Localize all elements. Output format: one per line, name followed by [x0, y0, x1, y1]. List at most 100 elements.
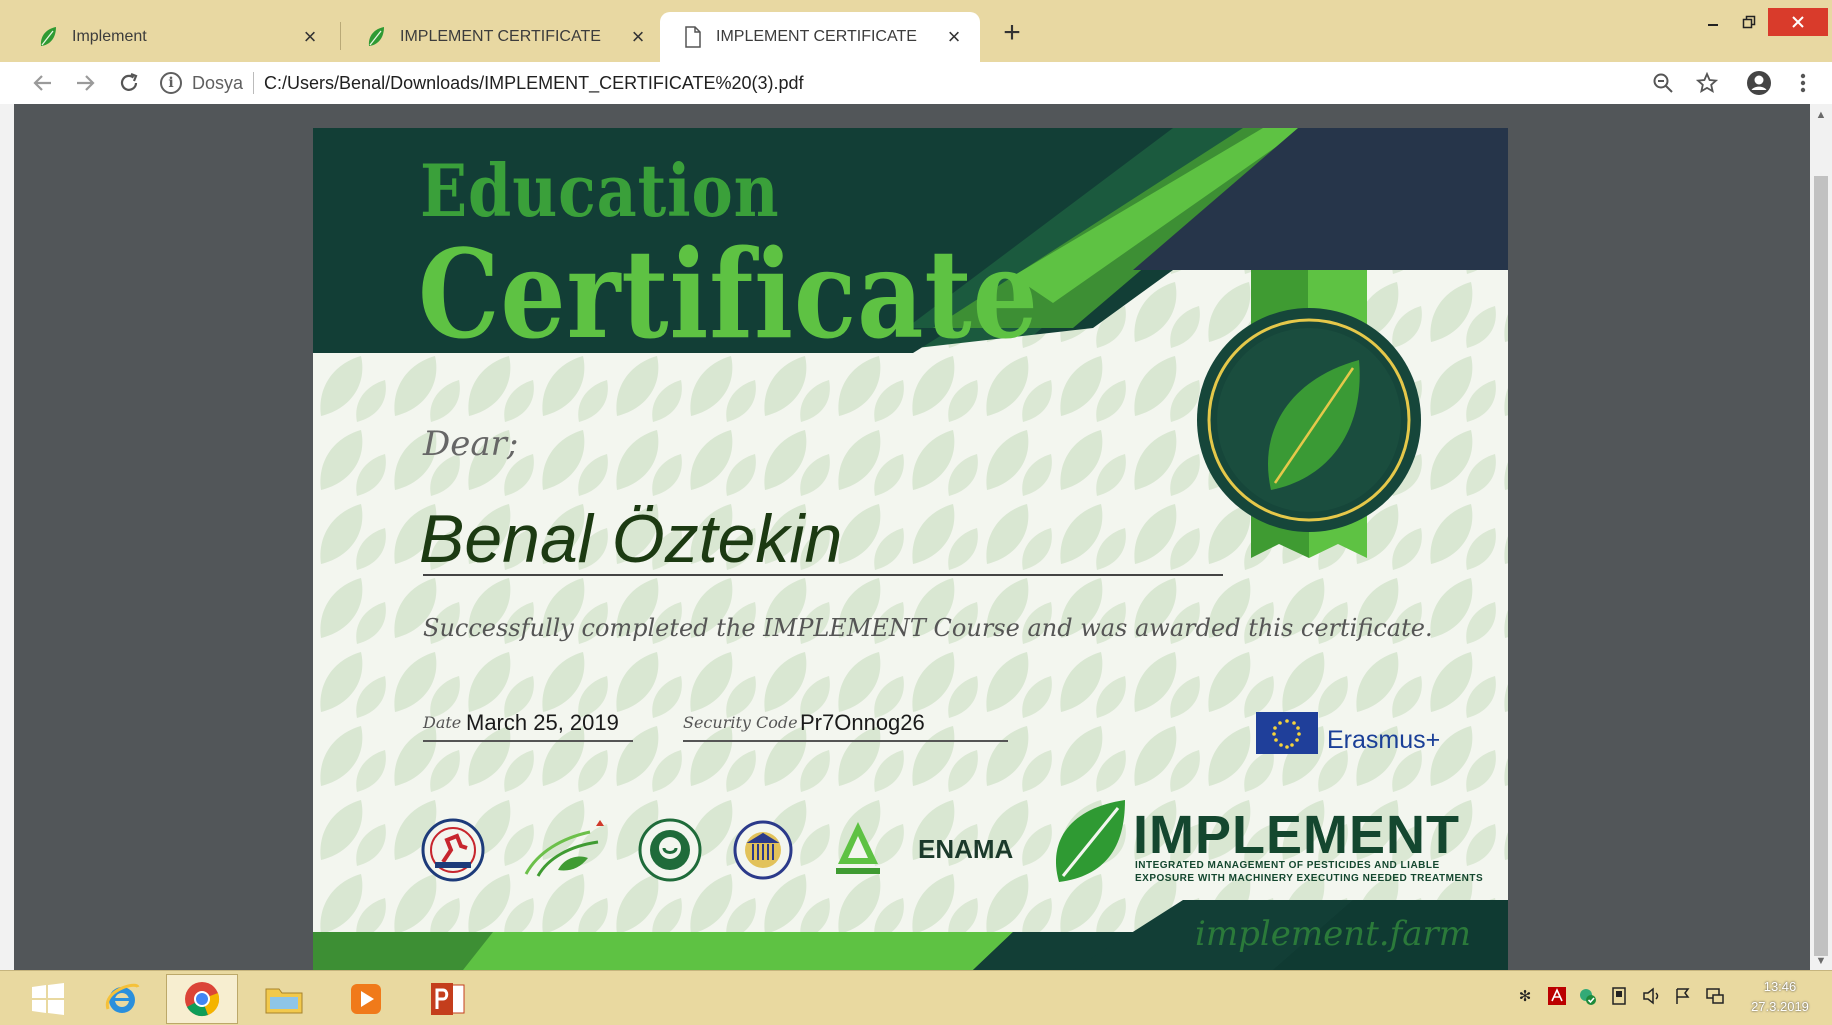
name-underline [423, 574, 1223, 576]
partner-logo-asaja-icon [836, 822, 880, 874]
media-player-icon [351, 984, 381, 1014]
forward-arrow-icon [77, 75, 95, 91]
star-icon [1696, 72, 1718, 94]
leaf-icon [40, 27, 56, 46]
address-divider [253, 72, 255, 94]
zoom-button[interactable] [1648, 68, 1678, 98]
back-arrow-icon [33, 75, 51, 91]
tab-implement-certificate[interactable]: IMPLEMENT CERTIFICATE × [342, 12, 664, 62]
tray-network-hub-icon[interactable]: ✻ [1514, 985, 1536, 1007]
security-code-value: Pr7Onnog26 [800, 710, 925, 735]
system-clock[interactable]: 13:46 27.3.2019 [1738, 977, 1822, 1017]
account-icon [1747, 71, 1771, 95]
acrobat-icon [1548, 987, 1566, 1005]
shield-check-icon [1580, 989, 1596, 1005]
tab-title: IMPLEMENT CERTIFICATE [716, 28, 917, 45]
partner-logo-university-building-icon [733, 820, 793, 880]
close-tab-icon[interactable]: × [944, 24, 964, 49]
left-edge [0, 104, 14, 970]
address-scheme-label: Dosya [192, 72, 244, 93]
address-bar[interactable]: i Dosya C:/Users/Benal/Downloads/IMPLEME… [160, 64, 1640, 102]
address-url[interactable]: C:/Users/Benal/Downloads/IMPLEMENT_CERTI… [264, 73, 804, 94]
tray-network-icon[interactable] [1704, 985, 1726, 1007]
document-icon [685, 26, 701, 48]
implement-tagline: INTEGRATED MANAGEMENT OF PESTICIDES AND … [1135, 859, 1483, 885]
profile-button[interactable] [1744, 68, 1774, 98]
tagline-line-1: INTEGRATED MANAGEMENT OF PESTICIDES AND … [1135, 860, 1440, 871]
bookmark-button[interactable] [1692, 68, 1722, 98]
taskbar-internet-explorer[interactable] [86, 974, 158, 1024]
partner-logo-agricultura-icon [524, 820, 604, 877]
restore-icon [1742, 15, 1756, 29]
reload-button[interactable] [114, 68, 144, 98]
salutation: Dear; [423, 424, 519, 464]
speaker-icon [1643, 987, 1659, 1005]
site-info-icon[interactable]: i [160, 72, 182, 94]
certificate-page: Education Certificate Dear; Benal Özteki… [313, 128, 1508, 970]
start-button[interactable] [12, 974, 84, 1024]
tab-separator [340, 22, 341, 50]
heading-certificate: Certificate [418, 222, 1039, 366]
tray-device-icon[interactable] [1608, 985, 1630, 1007]
date-label: Date [423, 713, 462, 732]
security-code-underline [683, 740, 1008, 742]
scroll-up-arrow-icon[interactable]: ▲ [1815, 110, 1827, 121]
partner-logo-university-seal-icon [638, 818, 702, 882]
kebab-menu-icon [1800, 73, 1806, 93]
tab-implement-certificate-active[interactable]: IMPLEMENT CERTIFICATE × [660, 12, 980, 62]
scroll-down-arrow-icon[interactable]: ▼ [1815, 956, 1827, 967]
magnifier-icon [1653, 73, 1673, 93]
close-icon [1792, 16, 1804, 28]
powerpoint-icon [431, 983, 465, 1015]
taskbar-chrome[interactable] [166, 974, 238, 1024]
close-tab-icon[interactable]: × [300, 24, 320, 49]
new-tab-button[interactable]: + [996, 18, 1028, 50]
close-window-button[interactable] [1768, 8, 1828, 36]
tab-implement[interactable]: Implement × [14, 12, 336, 62]
completion-statement: Successfully completed the IMPLEMENT Cou… [423, 614, 1433, 642]
clock-time: 13:46 [1763, 979, 1797, 994]
tray-action-center-icon[interactable] [1672, 985, 1694, 1007]
date-underline [423, 740, 633, 742]
file-explorer-icon [265, 988, 303, 1014]
implement-brand: IMPLEMENT [1133, 805, 1460, 865]
website-url: implement.farm [1195, 914, 1471, 954]
taskbar-file-explorer[interactable] [248, 974, 320, 1024]
tray-volume-icon[interactable] [1640, 985, 1662, 1007]
forward-button[interactable] [70, 68, 100, 98]
tray-security-icon[interactable] [1576, 985, 1598, 1007]
windows-taskbar: ✻ 13:46 27.3.2019 [0, 970, 1832, 1025]
internet-explorer-icon [105, 983, 140, 1013]
leaf-icon [368, 27, 384, 46]
date-value: March 25, 2019 [466, 710, 619, 735]
tab-title: Implement [72, 28, 147, 45]
recipient-name: Benal Öztekin [419, 501, 843, 577]
windows-start-icon [32, 983, 64, 1015]
back-button[interactable] [28, 68, 58, 98]
restore-button[interactable] [1726, 8, 1772, 36]
security-code-label: Security Code [683, 713, 798, 732]
minimize-icon [1708, 24, 1718, 26]
desktop-screen: Implement × IMPLEMENT CERTIFICATE × IMPL… [0, 0, 1832, 1025]
taskbar-powerpoint[interactable] [412, 974, 484, 1024]
menu-button[interactable] [1788, 68, 1818, 98]
clock-date: 27.3.2019 [1751, 999, 1809, 1014]
partner-logo-enama: ENAMA [918, 834, 1014, 864]
flag-icon [1676, 988, 1690, 1004]
viewer-scrollbar[interactable]: ▲ ▼ [1810, 104, 1832, 970]
close-tab-icon[interactable]: × [628, 24, 648, 49]
chrome-icon [185, 982, 220, 1017]
device-icon [1612, 987, 1626, 1005]
tab-strip: Implement × IMPLEMENT CERTIFICATE × IMPL… [0, 0, 1832, 62]
reload-icon [120, 72, 138, 91]
tray-acrobat-icon[interactable] [1546, 985, 1568, 1007]
scrollbar-thumb[interactable] [1814, 176, 1828, 956]
erasmus-label: Erasmus+ [1327, 726, 1441, 754]
heading-education: Education [420, 148, 780, 233]
taskbar-media-player[interactable] [330, 974, 402, 1024]
network-icon [1706, 988, 1724, 1004]
browser-toolbar: i Dosya C:/Users/Benal/Downloads/IMPLEME… [0, 62, 1832, 105]
partner-logo-runner-emblem-icon [421, 818, 485, 882]
tagline-line-2: EXPOSURE WITH MACHINERY EXECUTING NEEDED… [1135, 873, 1484, 884]
tab-title: IMPLEMENT CERTIFICATE [400, 28, 601, 45]
